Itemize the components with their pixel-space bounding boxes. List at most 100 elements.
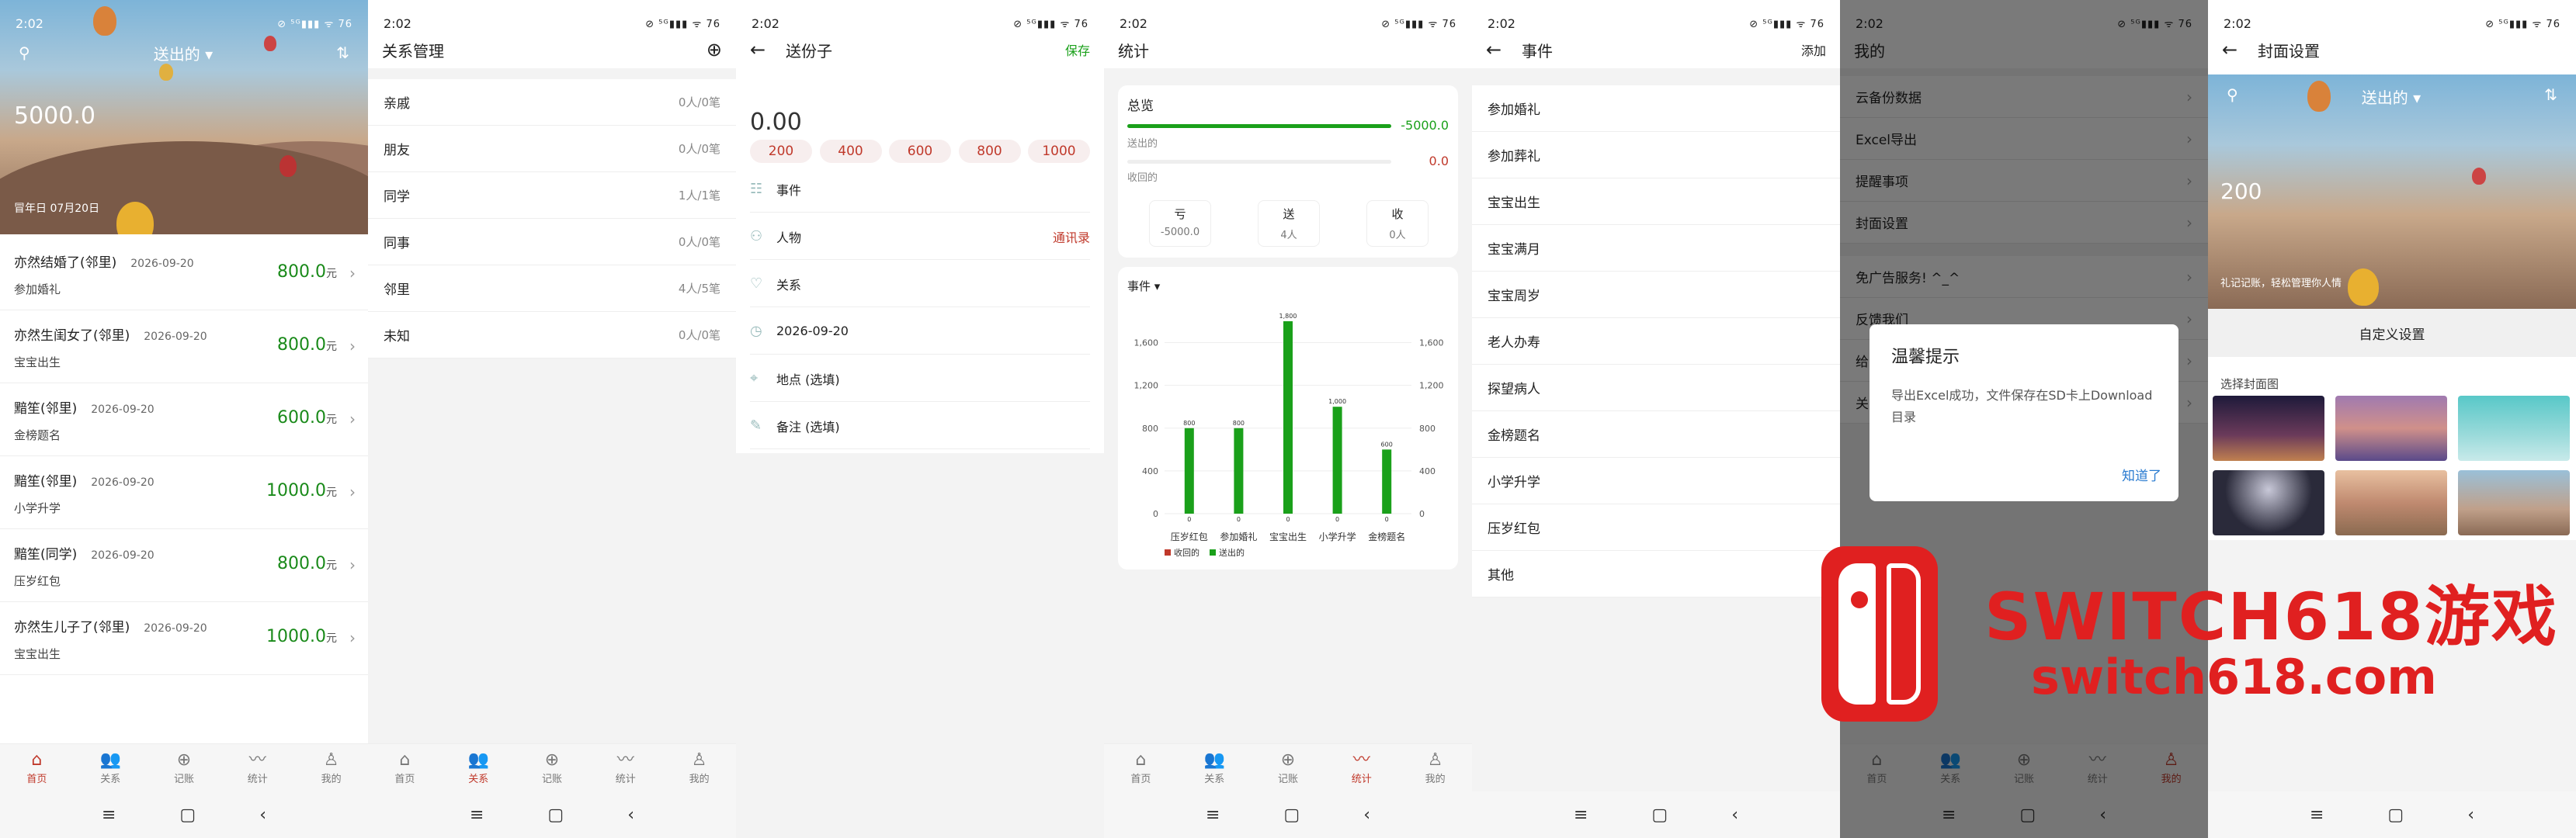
- amount-chip[interactable]: 1000: [1028, 140, 1090, 163]
- nav-stats[interactable]: 〰统计: [220, 744, 294, 791]
- x-category-label: 参加婚礼: [1220, 531, 1257, 542]
- add-button[interactable]: 添加: [1801, 40, 1826, 59]
- nav-home[interactable]: ⌂ 首页: [1104, 744, 1178, 791]
- record-row[interactable]: 亦然生闺女了(邻里) 2026-09-20 宝宝出生 800.0元 ›: [0, 310, 368, 383]
- add-icon[interactable]: ⊕: [706, 39, 722, 61]
- home-icon[interactable]: ▢: [179, 805, 196, 825]
- amount-input[interactable]: 0.00: [750, 109, 802, 136]
- back-icon[interactable]: ‹: [627, 805, 634, 825]
- event-item[interactable]: 压岁红包: [1472, 504, 1840, 551]
- back-arrow-icon[interactable]: ←: [2222, 39, 2241, 61]
- event-item[interactable]: 金榜题名: [1472, 411, 1840, 458]
- overview-card: 总览 -5000.0 送出的 0.0 收回的 亏 -5000.0 送 4人 收 0人: [1118, 85, 1458, 258]
- event-item[interactable]: 老人办寿: [1472, 318, 1840, 365]
- legend-label-sent: 送出的: [1219, 547, 1245, 558]
- contacts-link[interactable]: 通讯录: [1053, 227, 1090, 246]
- nav-bookkeeping[interactable]: ⊕ 记账: [1252, 744, 1325, 791]
- relation-row[interactable]: 未知 0人/0笔: [368, 312, 736, 358]
- nav-home[interactable]: ⌂ 首页: [368, 744, 442, 791]
- bar-sent: [1283, 321, 1293, 514]
- system-nav: ≡ ▢ ‹: [2208, 791, 2576, 838]
- nav-home[interactable]: ⌂ 首页: [0, 744, 74, 791]
- back-icon[interactable]: ‹: [1731, 805, 1738, 825]
- relation-row[interactable]: 同学 1人/1笔: [368, 172, 736, 219]
- record-date: 2026-09-20: [91, 549, 154, 562]
- record-event: 金榜题名: [14, 428, 61, 442]
- cover-thumb[interactable]: [2213, 396, 2324, 461]
- nav-mine[interactable]: ♙ 我的: [662, 744, 736, 791]
- note-field[interactable]: ✎ 备注 (选填): [750, 403, 1090, 449]
- nav-stats[interactable]: 〰统计: [588, 744, 662, 791]
- nav-label: 关系: [100, 774, 121, 785]
- relation-row[interactable]: 同事 0人/0笔: [368, 219, 736, 265]
- event-item[interactable]: 宝宝出生: [1472, 178, 1840, 225]
- menu-icon[interactable]: ≡: [2310, 805, 2324, 825]
- cover-thumb[interactable]: [2213, 470, 2324, 535]
- event-item[interactable]: 参加婚礼: [1472, 85, 1840, 132]
- relation-field[interactable]: ♡ 关系: [750, 261, 1090, 307]
- data-label: 800: [1233, 420, 1245, 427]
- record-row[interactable]: 亦然生儿子了(邻里) 2026-09-20 宝宝出生 1000.0元 ›: [0, 602, 368, 675]
- person-field[interactable]: ⚇ 人物 通讯录: [750, 213, 1090, 260]
- back-icon[interactable]: ‹: [2467, 805, 2474, 825]
- cover-thumb[interactable]: [2335, 470, 2447, 535]
- nav-label: 记账: [541, 774, 562, 785]
- nav-relations[interactable]: 👥 关系: [74, 744, 148, 791]
- event-item[interactable]: 参加葬礼: [1472, 132, 1840, 178]
- save-button[interactable]: 保存: [1065, 40, 1090, 59]
- overview-label: 总览: [1127, 99, 1154, 114]
- bottom-nav: ⌂ 首页 👥 关系 ⊕ 记账 〰统计 ♙ 我的: [368, 743, 736, 791]
- search-icon: ⚲: [2227, 85, 2238, 104]
- relation-row[interactable]: 朋友 0人/0笔: [368, 126, 736, 172]
- record-row[interactable]: 黯笙(同学) 2026-09-20 压岁红包 800.0元 ›: [0, 529, 368, 602]
- relation-row[interactable]: 邻里 4人/5笔: [368, 265, 736, 312]
- record-amount: 600.0元: [277, 408, 337, 428]
- event-item[interactable]: 宝宝周岁: [1472, 272, 1840, 318]
- menu-icon[interactable]: ≡: [1574, 805, 1588, 825]
- summary-value: 0人: [1389, 230, 1406, 241]
- amount-chip[interactable]: 200: [750, 140, 812, 163]
- home-icon[interactable]: ▢: [1651, 805, 1668, 825]
- nav-relations[interactable]: 👥 关系: [442, 744, 516, 791]
- back-icon[interactable]: ‹: [259, 805, 266, 825]
- relation-row[interactable]: 亲戚 0人/0笔: [368, 79, 736, 126]
- dialog-ok-button[interactable]: 知道了: [2122, 465, 2161, 484]
- back-arrow-icon[interactable]: ←: [1486, 39, 1505, 61]
- date-label: 冒年日 07月20日: [14, 203, 100, 215]
- nav-label: 统计: [247, 774, 268, 785]
- amount-chip[interactable]: 400: [819, 140, 882, 163]
- back-icon[interactable]: ‹: [1363, 805, 1370, 825]
- home-icon[interactable]: ▢: [1283, 805, 1300, 825]
- home-icon[interactable]: ▢: [2387, 805, 2404, 825]
- menu-icon[interactable]: ≡: [470, 805, 484, 825]
- event-item[interactable]: 宝宝满月: [1472, 225, 1840, 272]
- nav-relations[interactable]: 👥 关系: [1178, 744, 1252, 791]
- record-row[interactable]: 亦然结婚了(邻里) 2026-09-20 参加婚礼 800.0元 ›: [0, 237, 368, 310]
- back-arrow-icon[interactable]: ←: [750, 39, 769, 61]
- record-amount-unit: 元: [326, 559, 337, 572]
- cover-thumb[interactable]: [2458, 470, 2570, 535]
- nav-mine[interactable]: ♙ 我的: [1398, 744, 1472, 791]
- menu-icon[interactable]: ≡: [102, 805, 116, 825]
- date-field[interactable]: ◷ 2026-09-20: [750, 308, 1090, 355]
- home-icon[interactable]: ▢: [547, 805, 564, 825]
- event-field[interactable]: ☷ 事件: [750, 166, 1090, 213]
- event-item[interactable]: 探望病人: [1472, 365, 1840, 411]
- event-item[interactable]: 小学升学: [1472, 458, 1840, 504]
- cover-thumb[interactable]: [2458, 396, 2570, 461]
- menu-icon[interactable]: ≡: [1206, 805, 1220, 825]
- record-row[interactable]: 黯笙(邻里) 2026-09-20 金榜题名 600.0元 ›: [0, 383, 368, 456]
- nav-mine[interactable]: ♙ 我的: [294, 744, 368, 791]
- cover-thumb[interactable]: [2335, 396, 2447, 461]
- cover-preview: ⚲ 送出的 ▾ ⇅ 200 礼记记账，轻松管理你人情: [2208, 74, 2576, 309]
- custom-settings-button[interactable]: 自定义设置: [2208, 309, 2576, 357]
- event-item[interactable]: 其他: [1472, 551, 1840, 597]
- record-row[interactable]: 黯笙(邻里) 2026-09-20 小学升学 1000.0元 ›: [0, 456, 368, 529]
- nav-bookkeeping[interactable]: ⊕ 记账: [148, 744, 221, 791]
- amount-chip[interactable]: 800: [958, 140, 1021, 163]
- amount-chip[interactable]: 600: [889, 140, 951, 163]
- nav-bookkeeping[interactable]: ⊕ 记账: [516, 744, 589, 791]
- nav-stats[interactable]: 〰统计: [1324, 744, 1398, 791]
- location-field[interactable]: ⌖ 地点 (选填): [750, 355, 1090, 402]
- record-amount: 800.0元: [277, 554, 337, 573]
